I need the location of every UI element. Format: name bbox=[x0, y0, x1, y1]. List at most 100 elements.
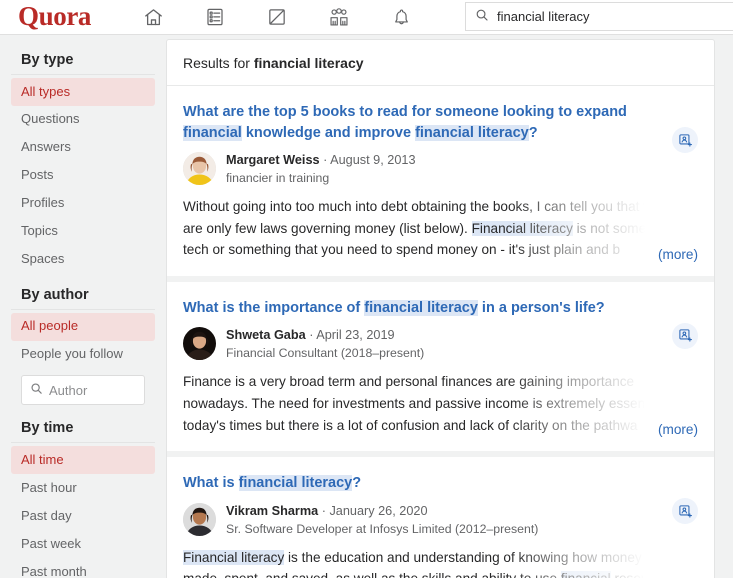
sidebar-item-spaces[interactable]: Spaces bbox=[11, 246, 155, 274]
sidebar-item-past-week[interactable]: Past week bbox=[11, 530, 155, 558]
author-filter-box[interactable] bbox=[21, 375, 145, 406]
results-list: What are the top 5 books to read for som… bbox=[167, 86, 714, 578]
answer-snippet-container: Finance is a very broad term and persona… bbox=[183, 371, 698, 438]
write-pencil-icon[interactable] bbox=[246, 0, 308, 34]
filter-group-title: By time bbox=[11, 407, 155, 444]
question-title-highlight: financial literacy bbox=[364, 299, 478, 316]
search-icon bbox=[30, 382, 43, 400]
answer-date: January 26, 2020 bbox=[329, 503, 428, 518]
filter-group-by-type: By type All types Questions Answers Post… bbox=[11, 39, 155, 274]
search-input[interactable] bbox=[497, 9, 733, 24]
sidebar-item-topics[interactable]: Topics bbox=[11, 218, 155, 246]
top-navigation-bar: Quora bbox=[0, 0, 733, 35]
question-title-text: knowledge and improve bbox=[241, 124, 416, 141]
add-person-icon[interactable] bbox=[672, 127, 698, 153]
answer-snippet: Finance is a very broad term and persona… bbox=[183, 371, 698, 436]
question-title-highlight: financial bbox=[183, 124, 242, 141]
snippet-highlight: Financial literacy bbox=[183, 549, 285, 565]
snippet-text: Finance is a very broad term and persona… bbox=[183, 374, 677, 433]
question-title-text: ? bbox=[528, 124, 538, 141]
results-header-prefix: Results for bbox=[183, 55, 254, 71]
sidebar-item-past-month[interactable]: Past month bbox=[11, 558, 155, 578]
author-name-link[interactable]: Shweta Gaba bbox=[226, 328, 306, 342]
question-title-text: What is bbox=[183, 475, 239, 492]
byline-separator: · bbox=[318, 503, 330, 518]
question-title-link[interactable]: What are the top 5 books to read for som… bbox=[183, 102, 698, 143]
author-byline: Vikram Sharma · January 26, 2020 Sr. Soft… bbox=[183, 502, 698, 538]
snippet-highlight: financial bbox=[560, 571, 611, 578]
sidebar-item-profiles[interactable]: Profiles bbox=[11, 190, 155, 218]
author-name-link[interactable]: Vikram Sharma bbox=[226, 504, 318, 518]
search-result-item: What is the importance of financial lite… bbox=[167, 282, 714, 458]
snippet-highlight: Financial literacy bbox=[471, 220, 573, 236]
byline-text: Margaret Weiss · August 9, 2013 financier… bbox=[226, 152, 416, 187]
avatar[interactable] bbox=[183, 152, 216, 186]
question-title-highlight: financial literacy bbox=[238, 475, 353, 492]
filter-group-title: By author bbox=[11, 274, 155, 310]
author-name-link[interactable]: Margaret Weiss bbox=[226, 153, 320, 167]
filter-group-by-time: By time All time Past hour Past day Past… bbox=[11, 407, 155, 578]
more-link[interactable]: (more) bbox=[651, 246, 698, 262]
filters-sidebar: By type All types Questions Answers Post… bbox=[0, 35, 166, 578]
byline-text: Vikram Sharma · January 26, 2020 Sr. Soft… bbox=[226, 503, 538, 538]
author-line: Margaret Weiss · August 9, 2013 bbox=[226, 152, 416, 169]
author-credential: financier in training bbox=[226, 170, 330, 185]
sidebar-item-posts[interactable]: Posts bbox=[11, 162, 155, 190]
spaces-people-icon[interactable] bbox=[308, 0, 370, 34]
answer-snippet-container: Financial literacy is the education and … bbox=[183, 546, 698, 578]
search-result-item: What is financial literacy? Vikram Sharma… bbox=[167, 457, 714, 578]
search-icon bbox=[475, 8, 489, 27]
filter-group-title: By type bbox=[11, 39, 155, 75]
avatar[interactable] bbox=[183, 327, 216, 361]
results-header-query: financial literacy bbox=[253, 55, 364, 71]
author-line: Vikram Sharma · January 26, 2020 bbox=[226, 503, 538, 520]
home-icon[interactable] bbox=[122, 0, 184, 34]
avatar[interactable] bbox=[183, 502, 216, 536]
answer-snippet: Without going into too much into debt ob… bbox=[183, 196, 698, 261]
sidebar-item-all-people[interactable]: All people bbox=[11, 312, 155, 341]
author-line: Shweta Gaba · April 23, 2019 bbox=[226, 327, 424, 344]
results-card: Results for financial literacy What are … bbox=[166, 39, 715, 578]
avatar-image bbox=[183, 502, 216, 536]
avatar-image bbox=[183, 327, 216, 361]
question-title-text: ? bbox=[352, 475, 362, 492]
sidebar-item-past-day[interactable]: Past day bbox=[11, 502, 155, 530]
results-header: Results for financial literacy bbox=[167, 40, 714, 86]
notifications-bell-icon[interactable] bbox=[370, 0, 432, 34]
answer-date: April 23, 2019 bbox=[316, 328, 395, 343]
author-byline: Margaret Weiss · August 9, 2013 financier… bbox=[183, 152, 698, 187]
search-results-column: Results for financial literacy What are … bbox=[166, 35, 733, 578]
author-credential: Financial Consultant (2018–present) bbox=[226, 346, 425, 361]
sidebar-item-questions[interactable]: Questions bbox=[11, 106, 155, 134]
byline-separator: · bbox=[305, 328, 317, 343]
question-title-text: What is the importance of bbox=[183, 299, 365, 316]
answer-date: August 9, 2013 bbox=[330, 153, 416, 168]
global-search-box[interactable] bbox=[465, 2, 733, 31]
answer-snippet: Financial literacy is the education and … bbox=[183, 547, 698, 578]
question-title-link[interactable]: What is the importance of financial lite… bbox=[183, 298, 698, 319]
search-result-item: What are the top 5 books to read for som… bbox=[167, 86, 714, 282]
question-title-text: in a person's life? bbox=[477, 299, 605, 316]
page-body: By type All types Questions Answers Post… bbox=[0, 35, 733, 578]
question-title-text: What are the top 5 books to read for som… bbox=[183, 104, 627, 120]
author-search-input[interactable] bbox=[49, 382, 144, 398]
author-byline: Shweta Gaba · April 23, 2019 Financial Co… bbox=[183, 327, 698, 362]
byline-separator: · bbox=[319, 153, 331, 168]
avatar-image bbox=[183, 152, 216, 186]
sidebar-item-all-time[interactable]: All time bbox=[11, 446, 155, 475]
sidebar-item-answers[interactable]: Answers bbox=[11, 134, 155, 162]
byline-text: Shweta Gaba · April 23, 2019 Financial Co… bbox=[226, 327, 424, 362]
sidebar-item-past-hour[interactable]: Past hour bbox=[11, 474, 155, 502]
answer-list-icon[interactable] bbox=[184, 0, 246, 34]
answer-snippet-container: Without going into too much into debt ob… bbox=[183, 195, 698, 262]
question-title-link[interactable]: What is financial literacy? bbox=[183, 473, 698, 494]
author-credential: Sr. Software Developer at Infosys Limite… bbox=[226, 521, 539, 536]
add-person-icon[interactable] bbox=[672, 322, 698, 349]
nav-icon-group bbox=[122, 0, 432, 34]
filter-group-by-author: By author All people People you follow bbox=[11, 274, 155, 406]
sidebar-item-all-types[interactable]: All types bbox=[11, 78, 155, 106]
more-link[interactable]: (more) bbox=[651, 422, 698, 438]
sidebar-item-people-you-follow[interactable]: People you follow bbox=[11, 341, 155, 369]
question-title-highlight: financial literacy bbox=[415, 124, 529, 141]
quora-logo[interactable]: Quora bbox=[18, 2, 91, 30]
